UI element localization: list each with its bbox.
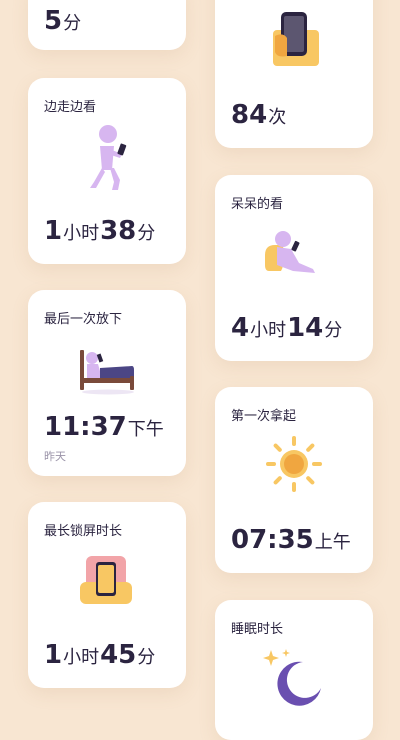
sleep-card[interactable]: 睡眠时长: [215, 600, 373, 740]
last-putdown-card[interactable]: 最后一次放下 11:37下午 昨天: [28, 290, 186, 476]
pickups-card[interactable]: 84次: [215, 0, 373, 148]
sun-icon: [266, 436, 322, 492]
walking-card-title: 边走边看: [44, 100, 97, 115]
hand-holding-phone-icon: [273, 12, 319, 66]
longest-lock-card[interactable]: 最长锁屏时长 1小时45分: [28, 502, 186, 688]
screen-time-value: 5分: [44, 6, 82, 36]
person-walking-phone-icon: [90, 125, 127, 190]
first-pickup-card-title: 第一次拿起: [231, 409, 297, 424]
longest-lock-duration: 1小时45分: [44, 640, 156, 670]
phone-on-stand-icon: [80, 556, 132, 604]
walking-card[interactable]: 边走边看 1小时38分: [28, 78, 186, 264]
last-putdown-card-title: 最后一次放下: [44, 312, 123, 327]
idle-duration: 4小时14分: [231, 313, 343, 343]
idle-card[interactable]: 呆呆的看 4小时14分: [215, 175, 373, 361]
walking-duration: 1小时38分: [44, 216, 156, 246]
person-reclining-phone-icon: [265, 231, 315, 273]
screen-time-card[interactable]: 5分: [28, 0, 186, 50]
idle-card-title: 呆呆的看: [231, 197, 284, 212]
first-pickup-card[interactable]: 第一次拿起 07:35上午: [215, 387, 373, 573]
longest-lock-card-title: 最长锁屏时长: [44, 524, 123, 539]
last-putdown-time: 11:37下午: [44, 412, 164, 442]
first-pickup-time: 07:35上午: [231, 525, 351, 555]
pickups-count: 84次: [231, 100, 287, 130]
moon-stars-icon: [263, 649, 321, 706]
person-in-bed-phone-icon: [80, 350, 134, 395]
sleep-card-title: 睡眠时长: [231, 622, 284, 637]
last-putdown-day: 昨天: [44, 450, 66, 463]
